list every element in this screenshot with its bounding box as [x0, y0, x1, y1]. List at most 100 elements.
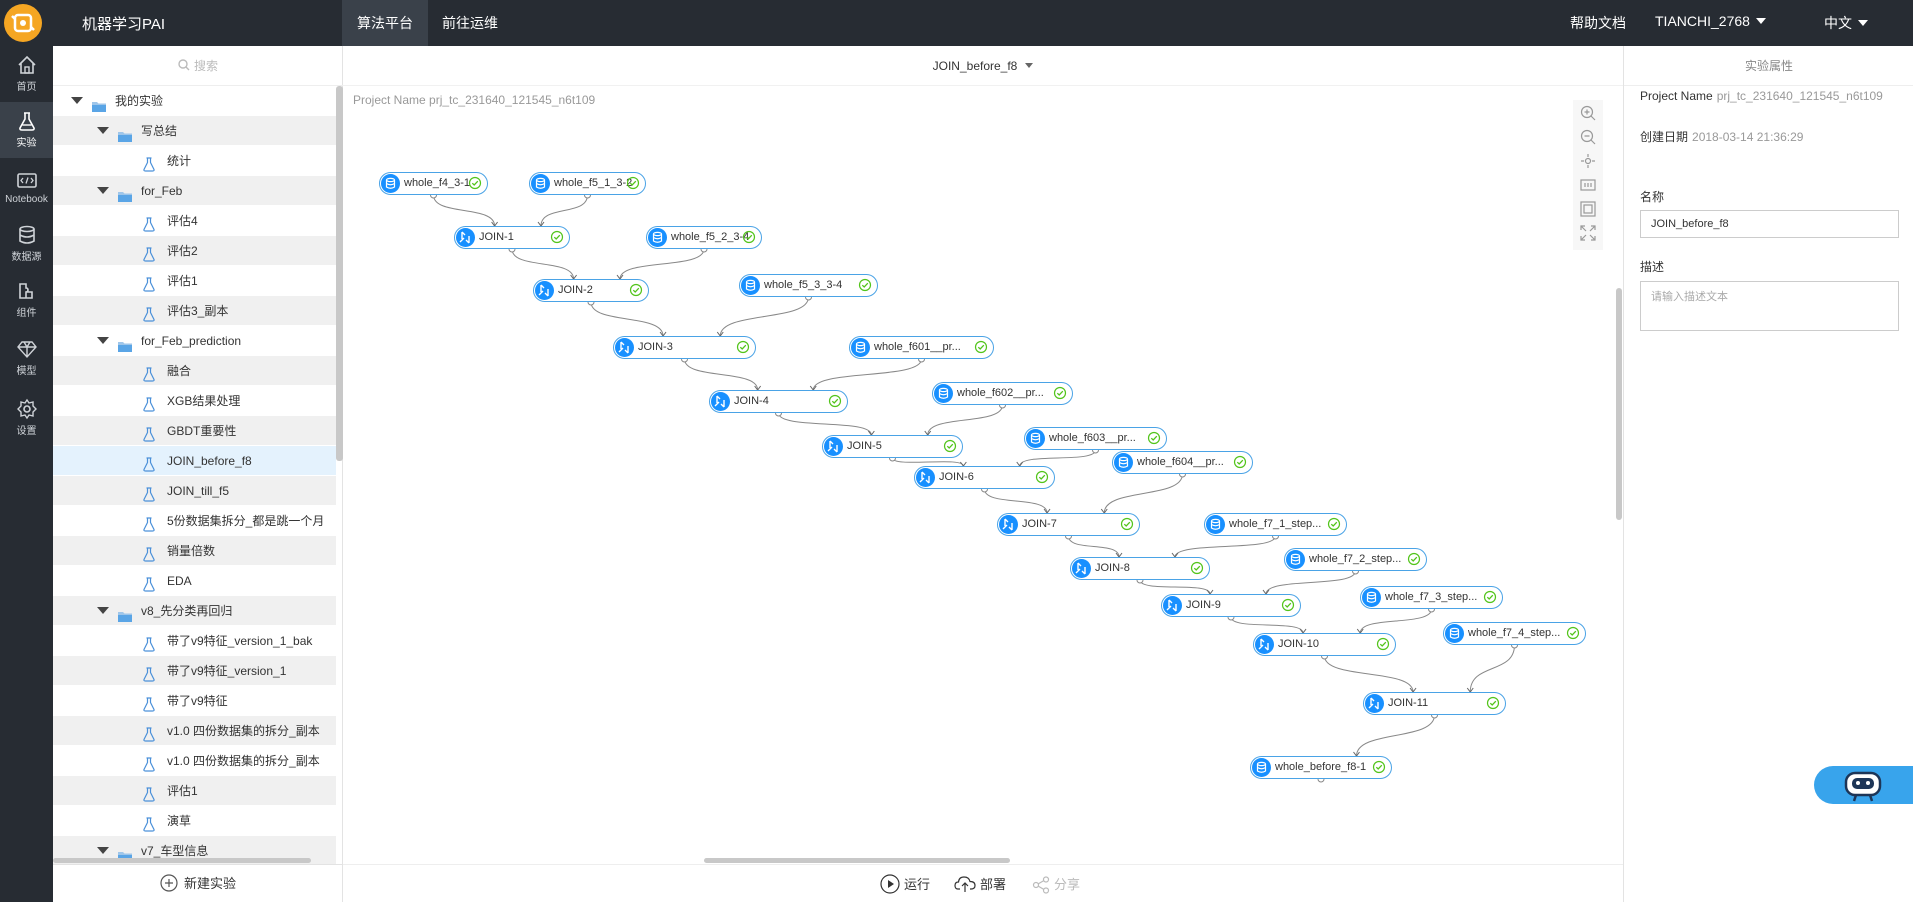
expand-caret-icon[interactable] — [97, 847, 109, 854]
rail-item-models[interactable]: 模型 — [0, 330, 53, 386]
join-node[interactable]: JOIN-2 — [533, 279, 649, 302]
tree-experiment[interactable]: v1.0 四份数据集的拆分_副本 — [53, 716, 336, 746]
deploy-button[interactable]: 部署 — [954, 874, 1006, 894]
tree-folder[interactable]: for_Feb — [53, 176, 336, 206]
canvas-horizontal-scrollbar[interactable] — [704, 858, 1010, 863]
new-experiment-button[interactable]: 新建实验 — [53, 864, 343, 902]
assistant-robot-button[interactable] — [1814, 766, 1913, 804]
zoom-in-icon[interactable] — [1579, 104, 1597, 122]
user-menu[interactable]: TIANCHI_2768 — [1655, 13, 1766, 29]
run-button[interactable]: 运行 — [880, 874, 930, 894]
tree-experiment[interactable]: GBDT重要性 — [53, 416, 336, 446]
tree-experiment[interactable]: 评估3_副本 — [53, 296, 336, 326]
data-table-node[interactable]: whole_f5_2_3-4 — [646, 226, 762, 249]
tree-experiment[interactable]: 评估4 — [53, 206, 336, 236]
data-table-node[interactable]: whole_f603__pr... — [1024, 427, 1167, 450]
join-node[interactable]: JOIN-1 — [454, 226, 570, 249]
join-node[interactable]: JOIN-8 — [1070, 557, 1210, 580]
dag-edge — [684, 358, 759, 391]
tree-experiment[interactable]: 5份数据集拆分_都是跳一个月 — [53, 506, 336, 536]
data-table-node[interactable]: whole_f4_3-1 — [379, 172, 488, 195]
data-table-node[interactable]: whole_f7_2_step... — [1284, 548, 1427, 571]
expand-caret-icon[interactable] — [97, 187, 109, 194]
expand-caret-icon[interactable] — [97, 127, 109, 134]
share-button[interactable]: 分享 — [1032, 874, 1080, 894]
tree-folder[interactable]: 写总结 — [53, 116, 336, 146]
tree-experiment[interactable]: JOIN_before_f8 — [53, 446, 336, 476]
fit-window-icon[interactable] — [1579, 200, 1597, 218]
data-table-node[interactable]: whole_before_f8-1 — [1250, 756, 1392, 779]
chevron-down-icon — [1858, 20, 1868, 26]
table-icon — [648, 228, 667, 247]
tree-experiment[interactable]: 带了v9特征_version_1 — [53, 656, 336, 686]
join-node[interactable]: JOIN-11 — [1363, 692, 1506, 715]
rail-item-home[interactable]: 首页 — [0, 46, 53, 102]
tree-experiment[interactable]: 销量倍数 — [53, 536, 336, 566]
table-icon — [934, 384, 953, 403]
experiment-description-input[interactable] — [1640, 281, 1899, 331]
join-node[interactable]: JOIN-10 — [1253, 633, 1396, 656]
zoom-out-icon[interactable] — [1579, 128, 1597, 146]
data-table-node[interactable]: whole_f604__pr... — [1112, 451, 1253, 474]
nav-algorithm-platform[interactable]: 算法平台 — [342, 0, 428, 46]
tree-experiment[interactable]: 统计 — [53, 146, 336, 176]
success-check-icon — [1566, 626, 1580, 643]
canvas-vertical-scrollbar[interactable] — [1616, 288, 1622, 520]
actual-size-icon[interactable] — [1579, 176, 1597, 194]
expand-caret-icon[interactable] — [97, 607, 109, 614]
data-table-node[interactable]: whole_f7_3_step... — [1360, 586, 1503, 609]
data-table-node[interactable]: whole_f7_1_step... — [1204, 513, 1347, 536]
data-table-node[interactable]: whole_f5_3_3-4 — [739, 274, 878, 297]
rail-item-notebook[interactable]: Notebook — [0, 162, 53, 218]
tree-item-label: 5份数据集拆分_都是跳一个月 — [167, 514, 325, 528]
tree-experiment[interactable]: EDA — [53, 566, 336, 596]
join-node[interactable]: JOIN-6 — [914, 466, 1055, 489]
dag-edge — [1469, 644, 1515, 693]
tree-experiment[interactable]: 带了v9特征_version_1_bak — [53, 626, 336, 656]
tree-scrollbar[interactable] — [336, 86, 343, 461]
experiment-name-input[interactable] — [1640, 210, 1899, 238]
rail-item-datasource[interactable]: 数据源 — [0, 216, 53, 272]
dag-edge — [619, 248, 705, 280]
experiment-tree: 我的实验 写总结 统计 for_Feb 评估4 评估2 评估1 评估3_副本 for_Feb_p… — [53, 86, 336, 898]
tree-experiment[interactable]: 评估2 — [53, 236, 336, 266]
tree-folder[interactable]: for_Feb_prediction — [53, 326, 336, 356]
join-node[interactable]: JOIN-3 — [613, 336, 756, 359]
data-table-node[interactable]: whole_f5_1_3-2 — [529, 172, 646, 195]
rail-item-experiment[interactable]: 实验 — [0, 102, 53, 158]
tree-experiment[interactable]: 评估1 — [53, 776, 336, 806]
dag-edge — [1265, 570, 1356, 595]
success-check-icon — [1372, 760, 1386, 777]
canvas-header[interactable]: JOIN_before_f8 — [343, 46, 1623, 86]
expand-caret-icon[interactable] — [71, 97, 83, 104]
rail-item-settings[interactable]: 设置 — [0, 390, 53, 446]
join-node[interactable]: JOIN-5 — [822, 435, 963, 458]
tree-experiment[interactable]: 演草 — [53, 806, 336, 836]
tree-horizontal-scrollbar[interactable] — [53, 858, 311, 863]
tree-search[interactable]: 搜索 — [53, 46, 343, 86]
language-menu[interactable]: 中文 — [1824, 13, 1868, 33]
tree-folder[interactable]: v8_先分类再回归 — [53, 596, 336, 626]
join-node[interactable]: JOIN-7 — [997, 513, 1140, 536]
expand-caret-icon[interactable] — [97, 337, 109, 344]
tree-experiment[interactable]: JOIN_till_f5 — [53, 476, 336, 506]
tree-experiment[interactable]: 评估1 — [53, 266, 336, 296]
tree-experiment[interactable]: XGB结果处理 — [53, 386, 336, 416]
fullscreen-icon[interactable] — [1579, 224, 1597, 242]
tree-experiment[interactable]: 带了v9特征 — [53, 686, 336, 716]
join-node[interactable]: JOIN-4 — [709, 390, 848, 413]
tree-folder[interactable]: 我的实验 — [53, 86, 336, 116]
rail-item-components[interactable]: 组件 — [0, 272, 53, 328]
tree-experiment[interactable]: 融合 — [53, 356, 336, 386]
tree-experiment[interactable]: v1.0 四份数据集的拆分_副本 — [53, 746, 336, 776]
fit-center-icon[interactable] — [1579, 152, 1597, 170]
data-table-node[interactable]: whole_f7_4_step... — [1443, 622, 1586, 645]
plus-circle-icon — [160, 874, 178, 892]
data-table-node[interactable]: whole_f601__pr... — [849, 336, 994, 359]
table-icon — [531, 174, 550, 193]
join-node[interactable]: JOIN-9 — [1161, 594, 1301, 617]
help-docs-link[interactable]: 帮助文档 — [1570, 13, 1626, 33]
data-table-node[interactable]: whole_f602__pr... — [932, 382, 1073, 405]
nav-operations[interactable]: 前往运维 — [428, 0, 512, 46]
pai-logo[interactable] — [4, 4, 42, 42]
